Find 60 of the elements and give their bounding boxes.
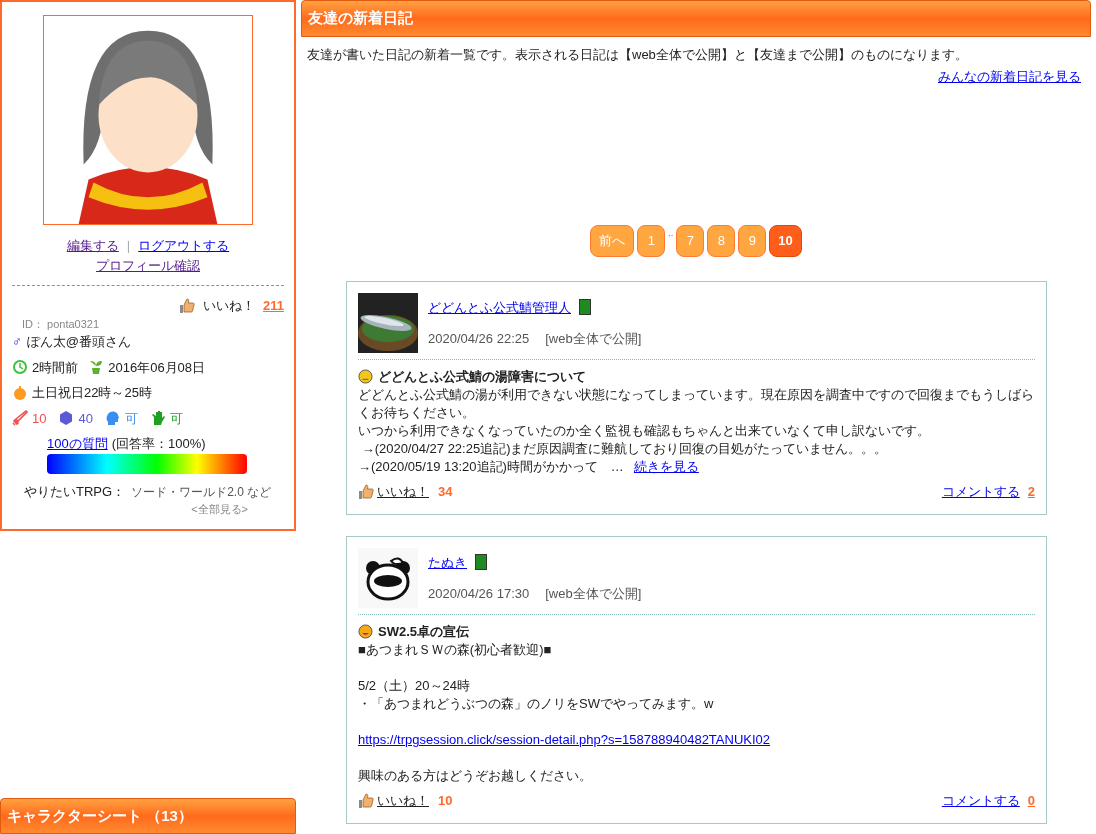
page-gap: ‥	[668, 225, 674, 240]
animal-icon	[358, 547, 418, 608]
like-link[interactable]: いいね！	[377, 482, 429, 502]
all-diaries-link[interactable]: みんなの新着日記を見る	[938, 67, 1081, 87]
last-login: 2時間前	[32, 358, 79, 377]
body-text: ■あつまれＳＷの森(初心者歓迎)■	[358, 641, 553, 659]
join-date: 2016年06月08日	[108, 358, 206, 377]
post-date: 2020/04/26 17:30	[428, 585, 530, 603]
thumbs-up-icon	[358, 483, 374, 500]
questions-link[interactable]: 100の質問	[47, 434, 108, 454]
smiley-icon	[358, 623, 373, 639]
logout-link[interactable]: ログアウトする	[138, 236, 230, 256]
thumbs-up-icon	[179, 297, 195, 314]
body-text: ・「あつまれどうぶつの森」のノリをSWでやってみます。w	[358, 695, 715, 713]
clock-icon	[12, 359, 28, 376]
page-description: 友達が書いた日記の新着一覧です。表示される日記は【web全体で公開】と【友達まで公開】のものになります。	[306, 45, 969, 64]
author-link[interactable]: たぬき	[428, 552, 467, 572]
link-separator: |	[126, 237, 131, 255]
sprout-icon	[88, 359, 105, 376]
visibility-label: [web全体で公開]	[545, 585, 642, 603]
like-count: 34	[438, 483, 453, 501]
edit-link[interactable]: 編集する	[66, 236, 119, 256]
body-text: 興味のある方はどうぞお越しください。	[358, 767, 593, 785]
page-header: 友達の新着日記	[301, 0, 1091, 37]
book-icon	[579, 299, 591, 316]
user-name: ぽん太@番頭さん	[26, 333, 131, 351]
trpg-value: ソード・ワールド2.0 など	[131, 483, 272, 501]
body-text: →(2020/05/19 13:20追記)時間がかかって …	[358, 458, 624, 476]
profile-link[interactable]: プロフィール確認	[96, 255, 200, 275]
body-text: どどんとふ公式鯖の湯が利用できない状態になってしまっています。現在原因を調査中ですので回復までもうしばらくお待ちください。	[358, 386, 1035, 422]
like-label: いいね！	[203, 297, 255, 315]
stat-value: 40	[78, 409, 93, 428]
stat-value: 可	[169, 409, 183, 428]
read-more-link[interactable]: 続きを見る	[633, 458, 699, 476]
user-id: ID： ponta0321	[22, 316, 101, 332]
play-schedule: 土日祝日22時～25時	[32, 384, 152, 402]
answer-rate: (回答率：100%)	[111, 435, 206, 453]
like-link[interactable]: いいね！	[377, 791, 429, 811]
author-link[interactable]: どどんとふ公式鯖管理人	[428, 297, 571, 317]
smiley-icon	[358, 368, 373, 384]
like-count: 10	[438, 792, 453, 810]
session-link[interactable]: https://trpgsession.click/session-detail.php?s=158788940482TANUKI02	[358, 731, 1035, 749]
see-all-link[interactable]: <全部見る>	[191, 501, 248, 518]
comment-link[interactable]: コメントする	[941, 482, 1020, 502]
stat-value: 10	[32, 409, 47, 428]
gender-mark: ♂	[12, 333, 22, 351]
post-title: SW2.5卓の宣伝	[378, 622, 469, 641]
body-text: いつから利用できなくなっていたのか全く監視も確認もちゃんと出来ていなくて申し訳ないです。	[358, 422, 931, 440]
visibility-label: [web全体で公開]	[545, 330, 642, 348]
section-header: キャラクターシート （13）	[0, 797, 296, 834]
thumbs-up-icon	[358, 792, 374, 809]
body-text: →(2020/04/27 22:25追記)まだ原因調査に難航しており回復の目処がたっていません。。。	[360, 440, 889, 458]
post-date: 2020/04/26 22:25	[428, 330, 530, 348]
book-icon	[475, 554, 487, 571]
post-title: どどんとふ公式鯖の湯障害について	[378, 367, 586, 386]
body-text: 5/2（土）20～24時	[358, 677, 471, 695]
stopwatch-icon	[12, 384, 28, 401]
stat-value: 可	[124, 409, 138, 428]
comment-link[interactable]: コメントする	[941, 791, 1020, 811]
trpg-label: やりたいTRPG：	[24, 482, 126, 501]
